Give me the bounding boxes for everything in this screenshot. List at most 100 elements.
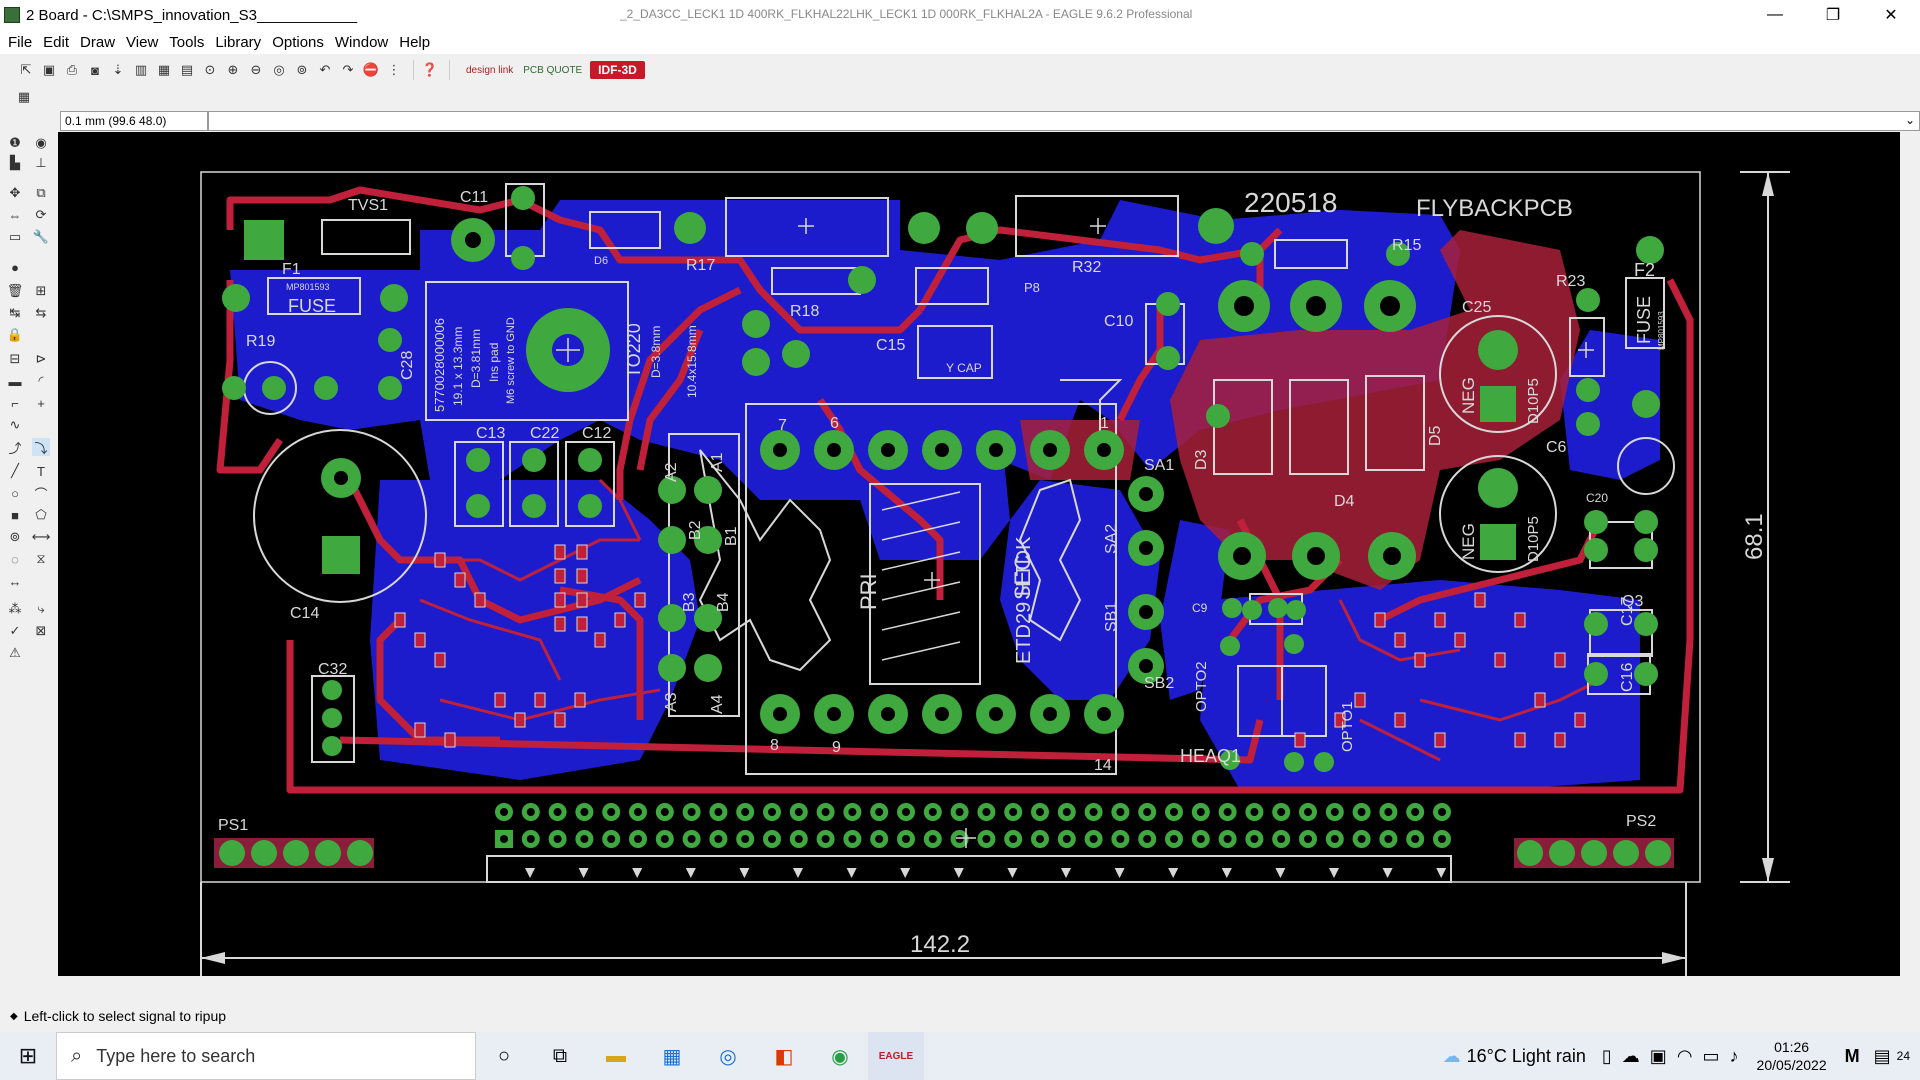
notification-icon[interactable]: ▤	[1874, 1046, 1891, 1067]
paste-icon[interactable]: ●	[6, 258, 24, 276]
eagle-taskbar-icon[interactable]: EAGLE	[868, 1032, 924, 1080]
print-icon[interactable]: ⎙	[62, 60, 82, 80]
circle-icon[interactable]: ○	[6, 484, 24, 502]
zoom-in-icon[interactable]: ⊕	[223, 60, 243, 80]
menu-help[interactable]: Help	[399, 34, 430, 51]
battery-icon[interactable]: ▭	[1703, 1046, 1720, 1067]
display-icon[interactable]: ▙	[6, 154, 24, 172]
autorouter-icon[interactable]: ⁂	[6, 600, 24, 618]
zoom-fit-icon[interactable]: ⊙	[200, 60, 220, 80]
horizontal-scrollbar[interactable]	[58, 976, 1900, 994]
schematic-icon[interactable]: ▤	[177, 60, 197, 80]
clock[interactable]: 01:26 20/05/2022	[1757, 1038, 1827, 1074]
wire-icon[interactable]: ╱	[6, 462, 24, 480]
menu-edit[interactable]: Edit	[43, 34, 69, 51]
copy-icon[interactable]: ⧉	[32, 184, 50, 202]
idf-3d-button[interactable]: IDF-3D	[590, 61, 645, 79]
ripup-icon[interactable]: ⤵	[32, 438, 50, 456]
zoom-area-icon[interactable]: ⊚	[292, 60, 312, 80]
add-icon[interactable]: ⊞	[32, 282, 50, 300]
store-icon[interactable]: ▦	[644, 1032, 700, 1080]
tray-phone-icon[interactable]: ▯	[1602, 1046, 1612, 1067]
smash-icon[interactable]: ⊟	[6, 350, 24, 368]
redo-icon[interactable]: ↷	[338, 60, 358, 80]
text-icon[interactable]: T	[32, 462, 50, 480]
design-link-button[interactable]: design link	[466, 65, 513, 76]
lock-icon[interactable]: 🔒	[6, 326, 24, 344]
maximize-button[interactable]: ❐	[1804, 0, 1862, 30]
minimize-button[interactable]: —	[1746, 0, 1804, 30]
go-icon[interactable]: ⋮	[384, 60, 404, 80]
vertical-scrollbar[interactable]	[1900, 132, 1920, 976]
undo-icon[interactable]: ↶	[315, 60, 335, 80]
delete-icon[interactable]: 🗑	[6, 282, 24, 300]
office-icon[interactable]: ◧	[756, 1032, 812, 1080]
cam-icon[interactable]: ◙	[85, 60, 105, 80]
route-icon[interactable]: ⌐	[6, 394, 24, 412]
menu-view[interactable]: View	[126, 34, 158, 51]
errors-icon[interactable]: ⚠	[6, 644, 24, 662]
windows-start-icon[interactable]: ⊞	[0, 1032, 56, 1080]
rotate-icon[interactable]: ⟳	[32, 206, 50, 224]
task-view-icon[interactable]: ⧉	[532, 1032, 588, 1080]
script-icon[interactable]: ▥	[131, 60, 151, 80]
arc-icon[interactable]: ⌒	[32, 484, 50, 502]
file-explorer-icon[interactable]: ▬	[588, 1032, 644, 1080]
meet-icon[interactable]: M	[1845, 1046, 1860, 1067]
chrome-icon[interactable]: ◉	[812, 1032, 868, 1080]
menu-file[interactable]: File	[8, 34, 32, 51]
weather-text[interactable]: 16°C Light rain	[1467, 1046, 1586, 1067]
menu-options[interactable]: Options	[272, 34, 324, 51]
open-icon[interactable]: ⇱	[16, 60, 36, 80]
via-add-icon[interactable]: +	[32, 394, 50, 412]
stop-icon[interactable]: ⛔	[361, 60, 381, 80]
onedrive-icon[interactable]: ☁	[1622, 1046, 1640, 1067]
drc-icon[interactable]: ✓	[6, 622, 24, 640]
menu-window[interactable]: Window	[335, 34, 388, 51]
erc-icon[interactable]: ⊠	[32, 622, 50, 640]
zoom-redraw-icon[interactable]: ◎	[269, 60, 289, 80]
signal-icon[interactable]: ⟷	[32, 528, 51, 546]
polygon-icon[interactable]: ⬠	[32, 506, 50, 524]
menu-tools[interactable]: Tools	[169, 34, 204, 51]
ratsnest-icon[interactable]: ⧖	[32, 550, 50, 568]
move-icon[interactable]: ✥	[6, 184, 24, 202]
cortana-icon[interactable]: ○	[476, 1032, 532, 1080]
weather-icon[interactable]: ☁	[1443, 1046, 1461, 1067]
via-icon[interactable]: ⊚	[6, 528, 24, 546]
split-icon[interactable]: ⊳	[32, 350, 50, 368]
info-icon[interactable]: ❶	[6, 134, 24, 152]
optimize-icon[interactable]: ▬	[6, 372, 24, 390]
menu-library[interactable]: Library	[215, 34, 261, 51]
chevron-down-icon[interactable]: ⌄	[1905, 113, 1915, 127]
hole-icon[interactable]: ◌	[6, 550, 24, 568]
route-multi-icon[interactable]: ⤴	[6, 438, 24, 456]
board-icon[interactable]: ▦	[154, 60, 174, 80]
grid-icon[interactable]: ▦	[14, 87, 34, 107]
taskbar-search-input[interactable]: ⌕ Type here to search	[56, 1032, 476, 1080]
menu-draw[interactable]: Draw	[80, 34, 115, 51]
tray-app-icon[interactable]: ▣	[1650, 1046, 1667, 1067]
name-icon[interactable]: ↹	[6, 304, 24, 322]
mark-icon[interactable]: ⊥	[32, 154, 50, 172]
miter-icon[interactable]: ◜	[32, 372, 50, 390]
show-icon[interactable]: ◉	[32, 134, 50, 152]
group-icon[interactable]: ▭	[6, 228, 24, 246]
wifi-icon[interactable]: ◠	[1677, 1046, 1693, 1067]
fanout-icon[interactable]: ⤷	[32, 600, 50, 618]
mirror-icon[interactable]: ⇔	[6, 206, 24, 224]
close-button[interactable]: ✕	[1862, 0, 1920, 30]
zoom-out-icon[interactable]: ⊖	[246, 60, 266, 80]
pcb-quote-button[interactable]: PCB QUOTE	[523, 65, 582, 76]
rect-icon[interactable]: ■	[6, 506, 24, 524]
change-icon[interactable]: 🔧	[32, 228, 50, 246]
board-canvas[interactable]: 220518 FLYBACKPCB TVS1 C11 F1 FUSE MP801…	[58, 132, 1900, 976]
save-icon[interactable]: ▣	[39, 60, 59, 80]
value-icon[interactable]: ⇆	[32, 304, 50, 322]
meander-icon[interactable]: ∿	[6, 416, 24, 434]
command-line-input[interactable]: ⌄	[208, 111, 1920, 131]
volume-icon[interactable]: ♪	[1730, 1046, 1739, 1067]
pcb-drawing[interactable]: 220518 FLYBACKPCB TVS1 C11 F1 FUSE MP801…	[58, 132, 1900, 976]
chat-app-icon[interactable]: ◎	[700, 1032, 756, 1080]
ulp-icon[interactable]: ⇣	[108, 60, 128, 80]
